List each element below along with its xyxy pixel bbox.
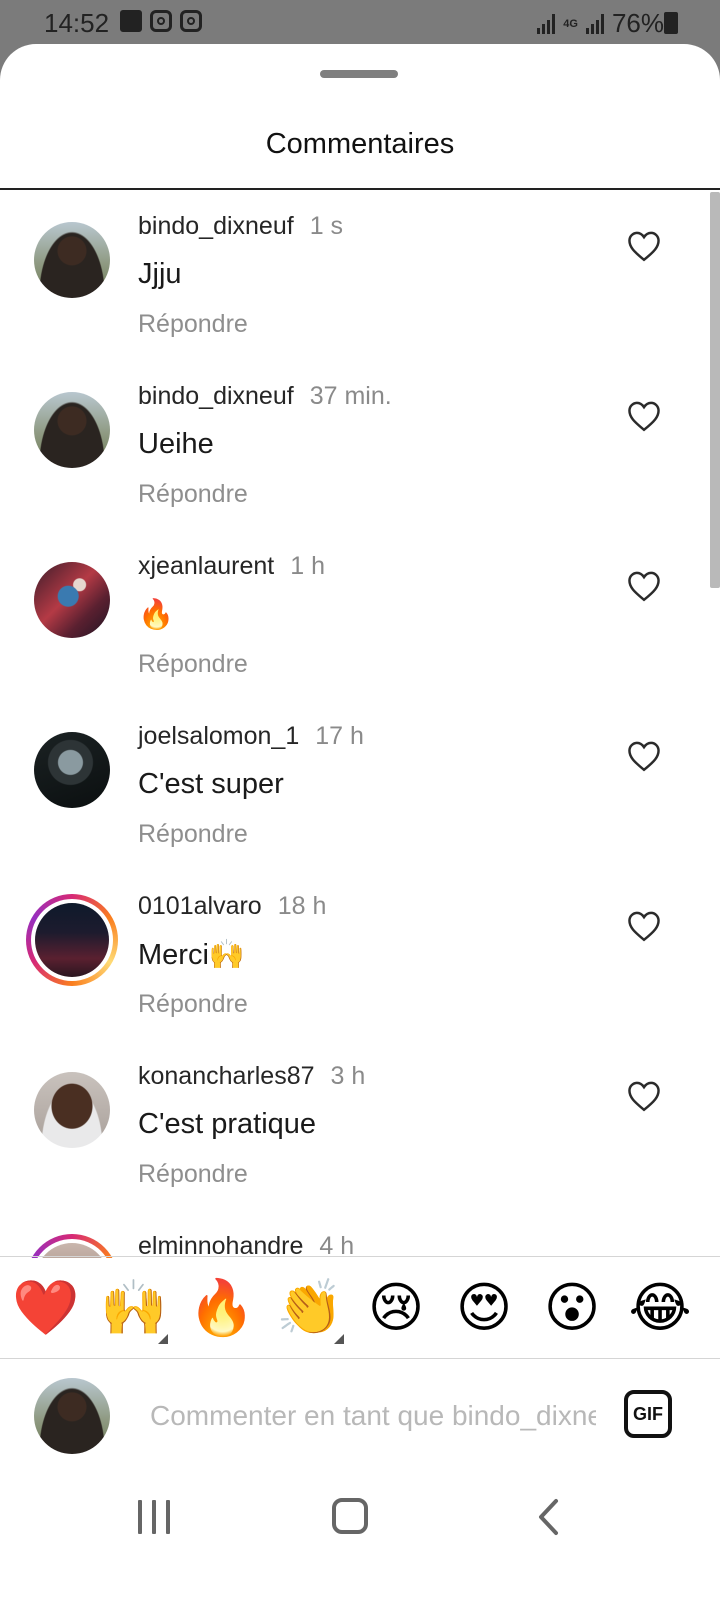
clapping-hands-emoji[interactable]: 👏 <box>276 1276 343 1340</box>
reply-button[interactable]: Répondre <box>138 820 248 849</box>
battery-percent: 76% <box>611 8 664 38</box>
comment-username[interactable]: 0101alvaro <box>138 892 262 921</box>
own-avatar <box>34 1378 110 1454</box>
comment-text: 🔥 <box>138 599 175 631</box>
home-icon[interactable] <box>332 1498 368 1534</box>
composer-divider <box>0 1358 720 1359</box>
tears-of-joy-emoji[interactable]: 😂 <box>628 1276 692 1340</box>
comment-text: Ueihe <box>138 428 214 460</box>
battery-icon <box>664 12 678 34</box>
heart-outline-icon[interactable] <box>626 570 662 602</box>
wifi-signal-icon <box>537 13 556 34</box>
avatar-story-ring[interactable] <box>26 1234 118 1258</box>
sheet-title: Commentaires <box>265 128 455 160</box>
reply-button[interactable]: Répondre <box>138 310 248 339</box>
raising-hands-emoji[interactable]: 🙌 <box>100 1276 167 1340</box>
heart-outline-icon[interactable] <box>626 740 662 772</box>
comment-item: joelsalomon_1 17 h C'est super Répondre <box>0 700 720 870</box>
red-heart-emoji[interactable]: ❤️ <box>12 1276 79 1340</box>
back-icon[interactable] <box>536 1498 560 1536</box>
comment-username[interactable]: elminnohandre <box>138 1232 303 1258</box>
status-bar: 14:52 4G 76% <box>0 0 720 46</box>
comment-text: C'est super <box>138 768 284 800</box>
status-system-icons: 4G 76% <box>537 8 664 39</box>
scrollbar[interactable] <box>710 192 720 588</box>
crying-face-emoji[interactable]: 😢 <box>364 1276 428 1340</box>
comment-item: bindo_dixneuf 37 min. Ueihe Répondre <box>0 360 720 530</box>
emoji-reaction-bar: ❤️ 🙌 🔥 👏 😢 😍 😮 😂 <box>0 1276 720 1358</box>
comment-time: 17 h <box>315 722 364 750</box>
heart-outline-icon[interactable] <box>626 230 662 262</box>
comment-time: 1 h <box>290 552 325 580</box>
comment-item: bindo_dixneuf 1 s Jjju Répondre <box>0 190 720 360</box>
instagram-icon <box>150 10 172 32</box>
drag-handle[interactable] <box>320 70 398 78</box>
skin-tone-caret-icon[interactable] <box>334 1334 344 1344</box>
surprised-face-emoji[interactable]: 😮 <box>540 1276 604 1340</box>
avatar <box>35 903 109 977</box>
comment-list[interactable]: bindo_dixneuf 1 s Jjju Répondre bindo_dix… <box>0 190 720 1258</box>
status-time: 14:52 <box>44 8 110 38</box>
reply-button[interactable]: Répondre <box>138 990 248 1019</box>
heart-outline-icon[interactable] <box>626 1080 662 1112</box>
heart-outline-icon[interactable] <box>626 400 662 432</box>
comments-sheet: Commentaires bindo_dixneuf 1 s Jjju Répon… <box>0 44 720 1600</box>
comment-text: C'est pratique <box>138 1108 317 1140</box>
comment-item: 0101alvaro 18 h Merci🙌 Répondre <box>0 870 720 1040</box>
fire-emoji[interactable]: 🔥 <box>188 1276 255 1340</box>
comment-time: 3 h <box>330 1062 366 1090</box>
gallery-icon <box>120 10 142 32</box>
list-divider <box>0 1256 720 1257</box>
comment-username[interactable]: xjeanlaurent <box>138 552 274 581</box>
avatar[interactable] <box>34 732 110 808</box>
network-type-label: 4G <box>563 17 578 30</box>
avatar[interactable] <box>34 1072 110 1148</box>
comment-item: xjeanlaurent 1 h 🔥 Répondre <box>0 530 720 700</box>
avatar[interactable] <box>34 562 110 638</box>
avatar[interactable] <box>34 392 110 468</box>
comment-username[interactable]: joelsalomon_1 <box>138 722 299 751</box>
reply-button[interactable]: Répondre <box>138 480 248 509</box>
avatar-story-ring[interactable] <box>26 894 118 986</box>
comment-text: Jjju <box>138 258 182 290</box>
status-notification-icons <box>120 10 202 32</box>
comment-time: 1 s <box>309 212 344 240</box>
reply-button[interactable]: Répondre <box>138 650 248 679</box>
comment-time: 18 h <box>277 892 327 920</box>
comment-username[interactable]: bindo_dixneuf <box>138 382 294 411</box>
system-nav-bar <box>0 1476 720 1600</box>
comment-input[interactable] <box>150 1394 596 1438</box>
comment-item: elminnohandre 4 h <box>0 1210 720 1258</box>
comment-username[interactable]: bindo_dixneuf <box>138 212 294 241</box>
cell-signal-icon <box>585 13 604 34</box>
gif-button[interactable]: GIF <box>624 1390 672 1438</box>
instagram-icon <box>180 10 202 32</box>
comment-time: 4 h <box>319 1232 355 1258</box>
comment-username[interactable]: konancharles87 <box>138 1062 315 1091</box>
comment-item: konancharles87 3 h C'est pratique Répondr… <box>0 1040 720 1210</box>
heart-eyes-emoji[interactable]: 😍 <box>452 1276 516 1340</box>
recent-apps-icon[interactable] <box>138 1500 170 1534</box>
reply-button[interactable]: Répondre <box>138 1160 248 1189</box>
skin-tone-caret-icon[interactable] <box>158 1334 168 1344</box>
heart-outline-icon[interactable] <box>626 910 662 942</box>
comment-time: 37 min. <box>309 382 392 410</box>
avatar[interactable] <box>34 222 110 298</box>
comment-text: Merci🙌 <box>138 939 245 971</box>
